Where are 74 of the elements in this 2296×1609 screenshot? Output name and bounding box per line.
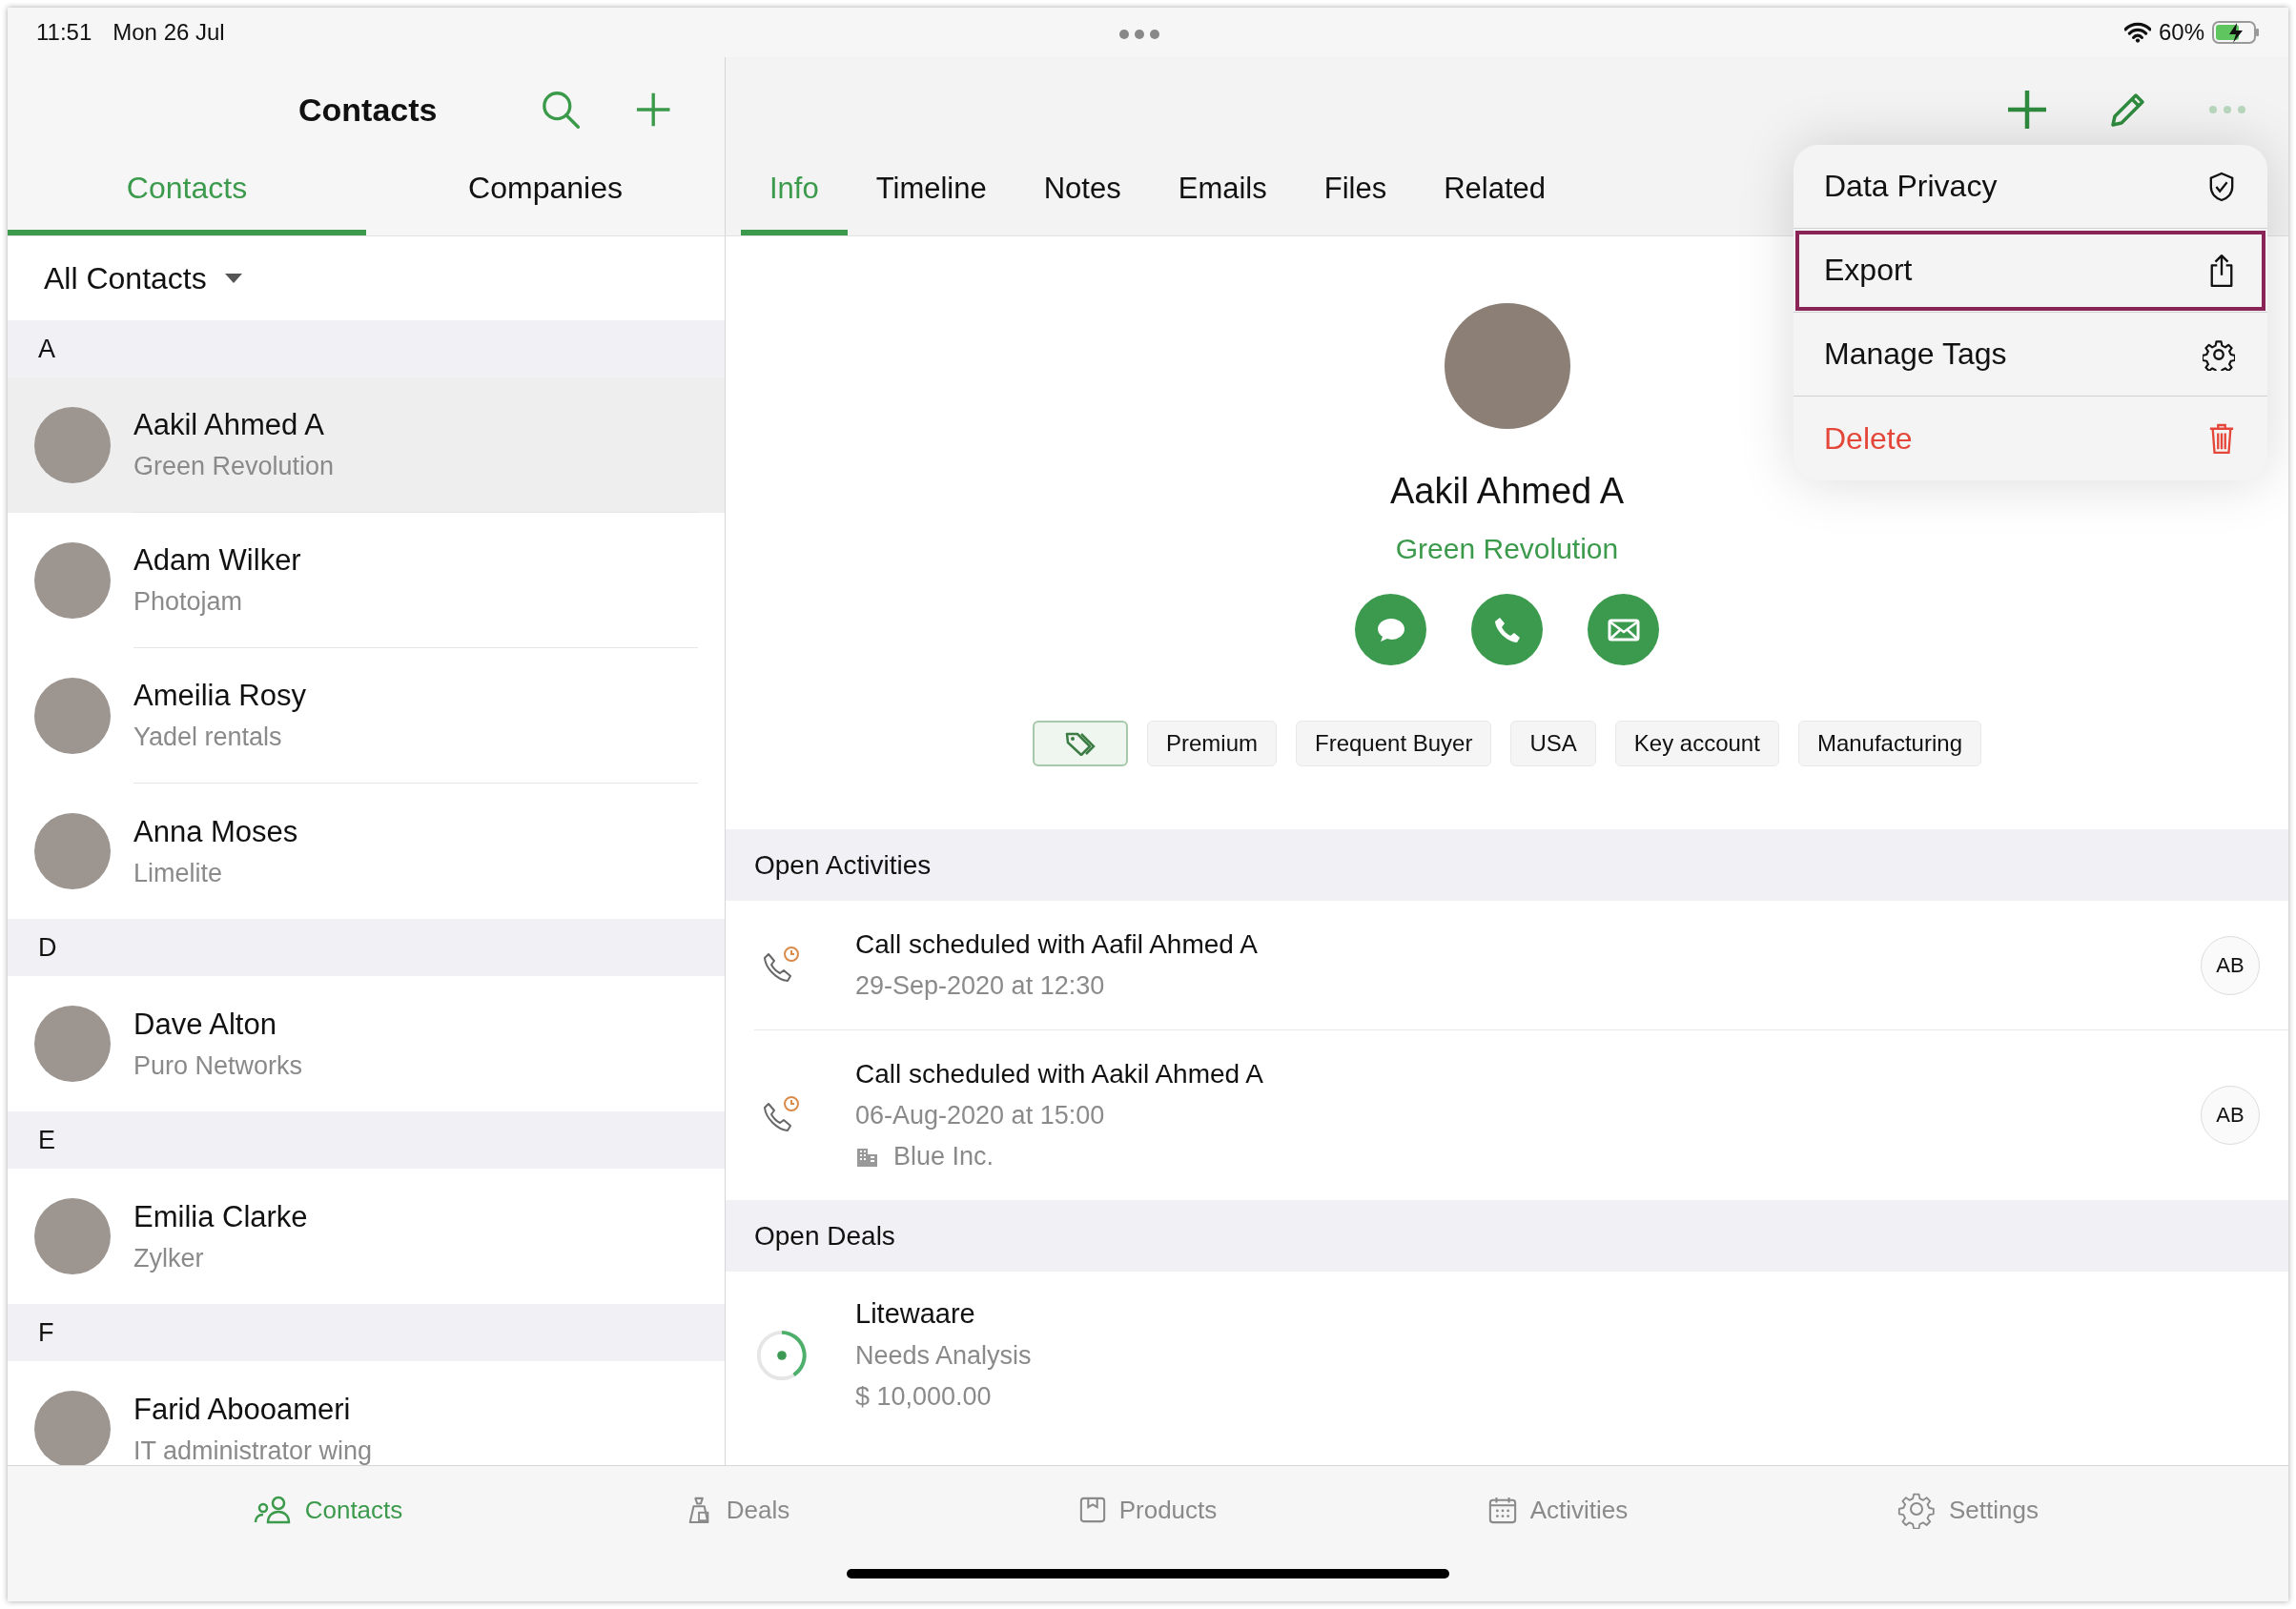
contact-name: Ameilia Rosy (133, 679, 307, 713)
battery-percent: 60% (2158, 19, 2204, 46)
box-icon (1078, 1496, 1106, 1524)
menu-item[interactable]: Data Privacy (1794, 145, 2267, 229)
more-dots-icon (1118, 29, 1160, 40)
activity-time: 06-Aug-2020 at 15:00 (855, 1101, 1106, 1130)
section-header: A (8, 320, 725, 377)
status-time: 11:51 (36, 19, 92, 46)
chat-bubble-icon (1375, 616, 1406, 643)
contact-company: Zylker (133, 1243, 205, 1273)
share-icon (2208, 253, 2235, 288)
add-icon[interactable] (2006, 89, 2048, 131)
wifi-icon (2123, 22, 2151, 43)
phone-icon (1492, 615, 1522, 644)
status-date: Mon 26 Jul (113, 19, 225, 46)
activity-time: 29-Sep-2020 at 12:30 (855, 971, 1106, 1001)
tag-chip: Premium (1147, 721, 1277, 766)
section-header: D (8, 919, 725, 976)
caret-icon (223, 273, 243, 284)
contact-name: Adam Wilker (133, 543, 302, 578)
contact-company: Photojam (133, 587, 244, 617)
activity-company: Blue Inc. (893, 1142, 994, 1171)
contact-name: Aakil Ahmed A (1389, 471, 1624, 512)
menu-item[interactable]: Manage Tags (1794, 313, 2267, 397)
gear-icon (2203, 337, 2235, 371)
detail-tab[interactable]: Files (1295, 162, 1416, 235)
owner-avatar: AB (2201, 935, 2260, 995)
menu-item[interactable]: Delete (1794, 397, 2267, 480)
tag-chip: Frequent Buyer (1296, 721, 1492, 766)
owner-avatar: AB (2201, 1086, 2260, 1145)
contact-name: Emilia Clarke (133, 1199, 309, 1234)
contact-name: Dave Alton (133, 1007, 277, 1042)
activity-title: Call scheduled with Aakil Ahmed A (855, 1059, 1265, 1090)
envelope-icon (1607, 618, 1640, 642)
contact-name: Farid Abooameri (133, 1392, 352, 1427)
people-icon (253, 1496, 292, 1524)
more-dots-icon[interactable] (2208, 105, 2246, 114)
tag-chip: Manufacturing (1797, 721, 1981, 766)
page-title: Contacts (298, 91, 439, 129)
detail-tab[interactable]: Emails (1149, 162, 1296, 235)
gear-icon (1897, 1491, 1936, 1529)
search-icon[interactable] (541, 89, 582, 131)
activity-title: Call scheduled with Aafil Ahmed A (855, 929, 1259, 960)
contact-name: Anna Moses (133, 814, 299, 849)
contact-company: IT administrator wing (133, 1436, 374, 1465)
contact-row[interactable]: Aakil Ahmed A Green Revolution (8, 377, 725, 513)
battery-icon (2212, 21, 2260, 44)
deal-amount: $ 10,000.00 (855, 1382, 993, 1412)
tag-chip: USA (1510, 721, 1596, 766)
trash-icon (2208, 422, 2235, 455)
calendar-icon (1487, 1496, 1517, 1524)
shield-check-icon (2208, 171, 2235, 202)
section-header: Open Activities (726, 829, 2288, 901)
contact-company: Limelite (133, 858, 224, 888)
add-icon[interactable] (634, 91, 671, 129)
company-link[interactable]: Green Revolution (1395, 533, 1619, 565)
menu-item[interactable]: Export (1794, 229, 2267, 313)
section-header: E (8, 1111, 725, 1169)
detail-tab[interactable]: Related (1415, 162, 1575, 235)
contact-company: Green Revolution (133, 452, 336, 481)
deal-stage: Needs Analysis (855, 1341, 1033, 1371)
detail-tab[interactable]: Notes (1015, 162, 1150, 235)
tags-icon (1064, 731, 1097, 756)
contact-name: Aakil Ahmed A (133, 408, 325, 442)
section-header: F (8, 1304, 725, 1361)
detail-tab[interactable]: Timeline (847, 162, 1015, 235)
contact-company: Yadel rentals (133, 723, 283, 752)
contact-company: Puro Networks (133, 1050, 304, 1081)
building-icon (855, 1146, 880, 1168)
list-tab[interactable]: Companies (366, 162, 725, 235)
section-header: Open Deals (726, 1200, 2288, 1272)
tag-button[interactable] (1033, 721, 1128, 766)
tag-chip: Key account (1614, 721, 1779, 766)
deal-name: Litewaare (855, 1298, 976, 1330)
